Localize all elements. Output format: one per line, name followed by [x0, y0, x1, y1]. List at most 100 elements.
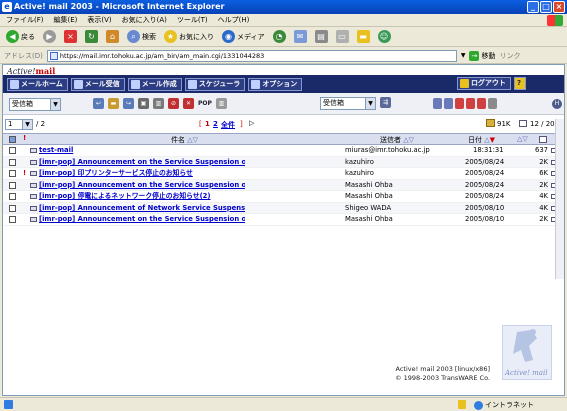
save-icon[interactable]: ▣	[138, 98, 149, 109]
subject-header[interactable]: 件名 △▽	[171, 135, 198, 145]
nav-mail-receive[interactable]: メール受信	[70, 77, 125, 91]
mail-button[interactable]: ✉	[292, 29, 309, 45]
messenger-button[interactable]: ☺	[376, 29, 393, 45]
help-circle-icon[interactable]: H	[552, 99, 562, 109]
menu-bar: ファイル(F) 編集(E) 表示(V) お気に入り(A) ツール(T) ヘルプ(…	[0, 14, 567, 27]
discuss-button[interactable]: ▬	[355, 29, 372, 45]
flag-gray-icon[interactable]	[488, 98, 497, 109]
move-folder-select[interactable]: 受信箱 ▼	[320, 97, 376, 110]
folder-select[interactable]: 受信箱 ▼	[9, 98, 61, 111]
flag-red-icon[interactable]	[455, 98, 464, 109]
footer: Active! mail 2003 [linux/x86] © 1998-200…	[395, 365, 490, 383]
message-checkbox[interactable]	[9, 216, 16, 223]
menu-help[interactable]: ヘルプ(H)	[218, 15, 250, 25]
links-label[interactable]: リンク	[499, 51, 520, 61]
from-header[interactable]: 送信者 △▽	[380, 135, 414, 145]
go-button[interactable]: → 移動	[469, 50, 495, 61]
message-checkbox[interactable]	[9, 204, 16, 212]
message-row[interactable]: [imr-pop] Announcement on the Service Su…	[3, 156, 558, 168]
message-checkbox[interactable]	[9, 170, 16, 177]
message-subject[interactable]: [imr-pop] 停電によるネットワーク停止のお知らせ(2)	[39, 191, 245, 202]
message-row[interactable]: [imr-pop] Announcement of Network Servic…	[3, 202, 558, 214]
page-link-all[interactable]: 全件	[221, 120, 235, 130]
media-icon: ◉	[222, 30, 235, 43]
reply-icon[interactable]: ↩	[93, 98, 104, 109]
message-subject[interactable]: [imr-pop] Announcement on the Service Su…	[39, 157, 245, 168]
back-button[interactable]: ◀ 戻る	[4, 29, 37, 45]
mail-status-icon	[30, 148, 37, 153]
column-header: ! 件名 △▽ 送信者 △▽ 日付 △▼ △▽	[3, 133, 558, 145]
message-subject[interactable]: [imr-pop] 印プリンターサービス停止のお知らせ	[39, 168, 245, 179]
message-date: 2005/08/10	[465, 203, 505, 212]
stop-button[interactable]: ×	[62, 29, 79, 45]
menu-edit[interactable]: 編集(E)	[54, 15, 78, 25]
block-icon[interactable]: ⊘	[168, 98, 179, 109]
maximize-button[interactable]: □	[540, 1, 552, 13]
flag-icon[interactable]	[466, 98, 475, 109]
home-button[interactable]: ⌂	[104, 29, 121, 45]
mark-unread-icon[interactable]	[444, 98, 453, 109]
mark-read-icon[interactable]	[433, 98, 442, 109]
message-checkbox[interactable]	[9, 193, 16, 200]
media-button[interactable]: ◉ メディア	[220, 29, 267, 45]
message-subject[interactable]: test-mail	[39, 145, 245, 156]
message-date: 2005/08/24	[465, 192, 505, 200]
message-subject[interactable]: [imr-pop] Announcement on the Service Su…	[39, 180, 245, 191]
print-button[interactable]: ▤	[313, 29, 330, 45]
size-header[interactable]: △▽	[517, 135, 528, 143]
message-row[interactable]: ! [imr-pop] 印プリンターサービス停止のお知らせ kazuhiro 2005…	[3, 168, 558, 180]
ie-icon: e	[2, 2, 12, 12]
refresh-button[interactable]: ↻	[83, 29, 100, 45]
date-header[interactable]: 日付 △▼	[468, 135, 495, 145]
flag-clear-icon[interactable]	[477, 98, 486, 109]
nav-scheduler[interactable]: スケジューラ	[184, 77, 246, 91]
history-button[interactable]: ◔	[271, 29, 288, 45]
message-checkbox[interactable]	[9, 158, 16, 166]
menu-favorites[interactable]: お気に入り(A)	[122, 15, 167, 25]
envelope-icon	[519, 120, 527, 127]
delete-icon[interactable]: ✕	[183, 98, 194, 109]
page-link-2[interactable]: 2	[213, 120, 218, 128]
nav-mail-compose[interactable]: メール作成	[127, 77, 182, 91]
next-page-icon[interactable]: ▷	[249, 119, 254, 127]
message-date: 2005/08/10	[465, 215, 505, 223]
address-input[interactable]: https://mail.imr.tohoku.ac.jp/am_bin/am_…	[46, 49, 457, 62]
menu-tools[interactable]: ツール(T)	[177, 15, 208, 25]
help-button[interactable]: ?	[513, 77, 526, 90]
menu-view[interactable]: 表示(V)	[87, 15, 111, 25]
menu-file[interactable]: ファイル(F)	[6, 15, 44, 25]
forward-mail-icon[interactable]: ↪	[123, 98, 134, 109]
message-subject[interactable]: [imr-pop] Announcement on the Service Su…	[39, 214, 245, 225]
message-checkbox[interactable]	[9, 147, 16, 154]
message-row[interactable]: [imr-pop] Announcement on the Service Su…	[3, 214, 558, 226]
edit-button[interactable]: ▭	[334, 29, 351, 45]
nav-mail-home[interactable]: メールホーム	[7, 77, 68, 91]
status-bar: イントラネット	[0, 397, 567, 411]
priority-header-icon: !	[23, 134, 27, 142]
page-link-1[interactable]: 1	[205, 120, 210, 128]
address-dropdown-icon[interactable]: ▼	[461, 52, 466, 59]
nav-options[interactable]: オプション	[248, 77, 303, 91]
minimize-button[interactable]: _	[527, 1, 539, 13]
message-from: Masashi Ohba	[345, 215, 393, 223]
search-button[interactable]: ⌕ 検索	[125, 29, 158, 45]
move-icon[interactable]: ⇶	[380, 97, 391, 108]
message-checkbox[interactable]	[9, 181, 16, 189]
calendar-icon	[187, 79, 197, 89]
message-subject[interactable]: [imr-pop] Announcement of Network Servic…	[39, 203, 245, 214]
folder-icon[interactable]: ▬	[108, 98, 119, 109]
empty-trash-icon[interactable]: ▥	[215, 98, 227, 109]
message-row[interactable]: [imr-pop] Announcement on the Service Su…	[3, 179, 558, 191]
select-all-checkbox[interactable]	[9, 136, 16, 143]
trash-icon[interactable]: ▥	[153, 98, 164, 109]
message-from: kazuhiro	[345, 157, 374, 166]
message-row[interactable]: test-mail miuras@imr.tohoku.ac.jp 18:31:31…	[3, 145, 558, 157]
list-scrollbar[interactable]	[555, 119, 564, 279]
pop-button[interactable]: POP	[198, 100, 212, 107]
forward-button[interactable]: ▶	[41, 29, 58, 45]
page-select[interactable]: 1 ▼	[5, 119, 33, 130]
logout-button[interactable]: ログアウト	[456, 77, 511, 90]
favorites-button[interactable]: ★ お気に入り	[162, 29, 216, 45]
close-button[interactable]: ×	[553, 1, 565, 13]
message-row[interactable]: [imr-pop] 停電によるネットワーク停止のお知らせ(2) Masashi O…	[3, 191, 558, 203]
